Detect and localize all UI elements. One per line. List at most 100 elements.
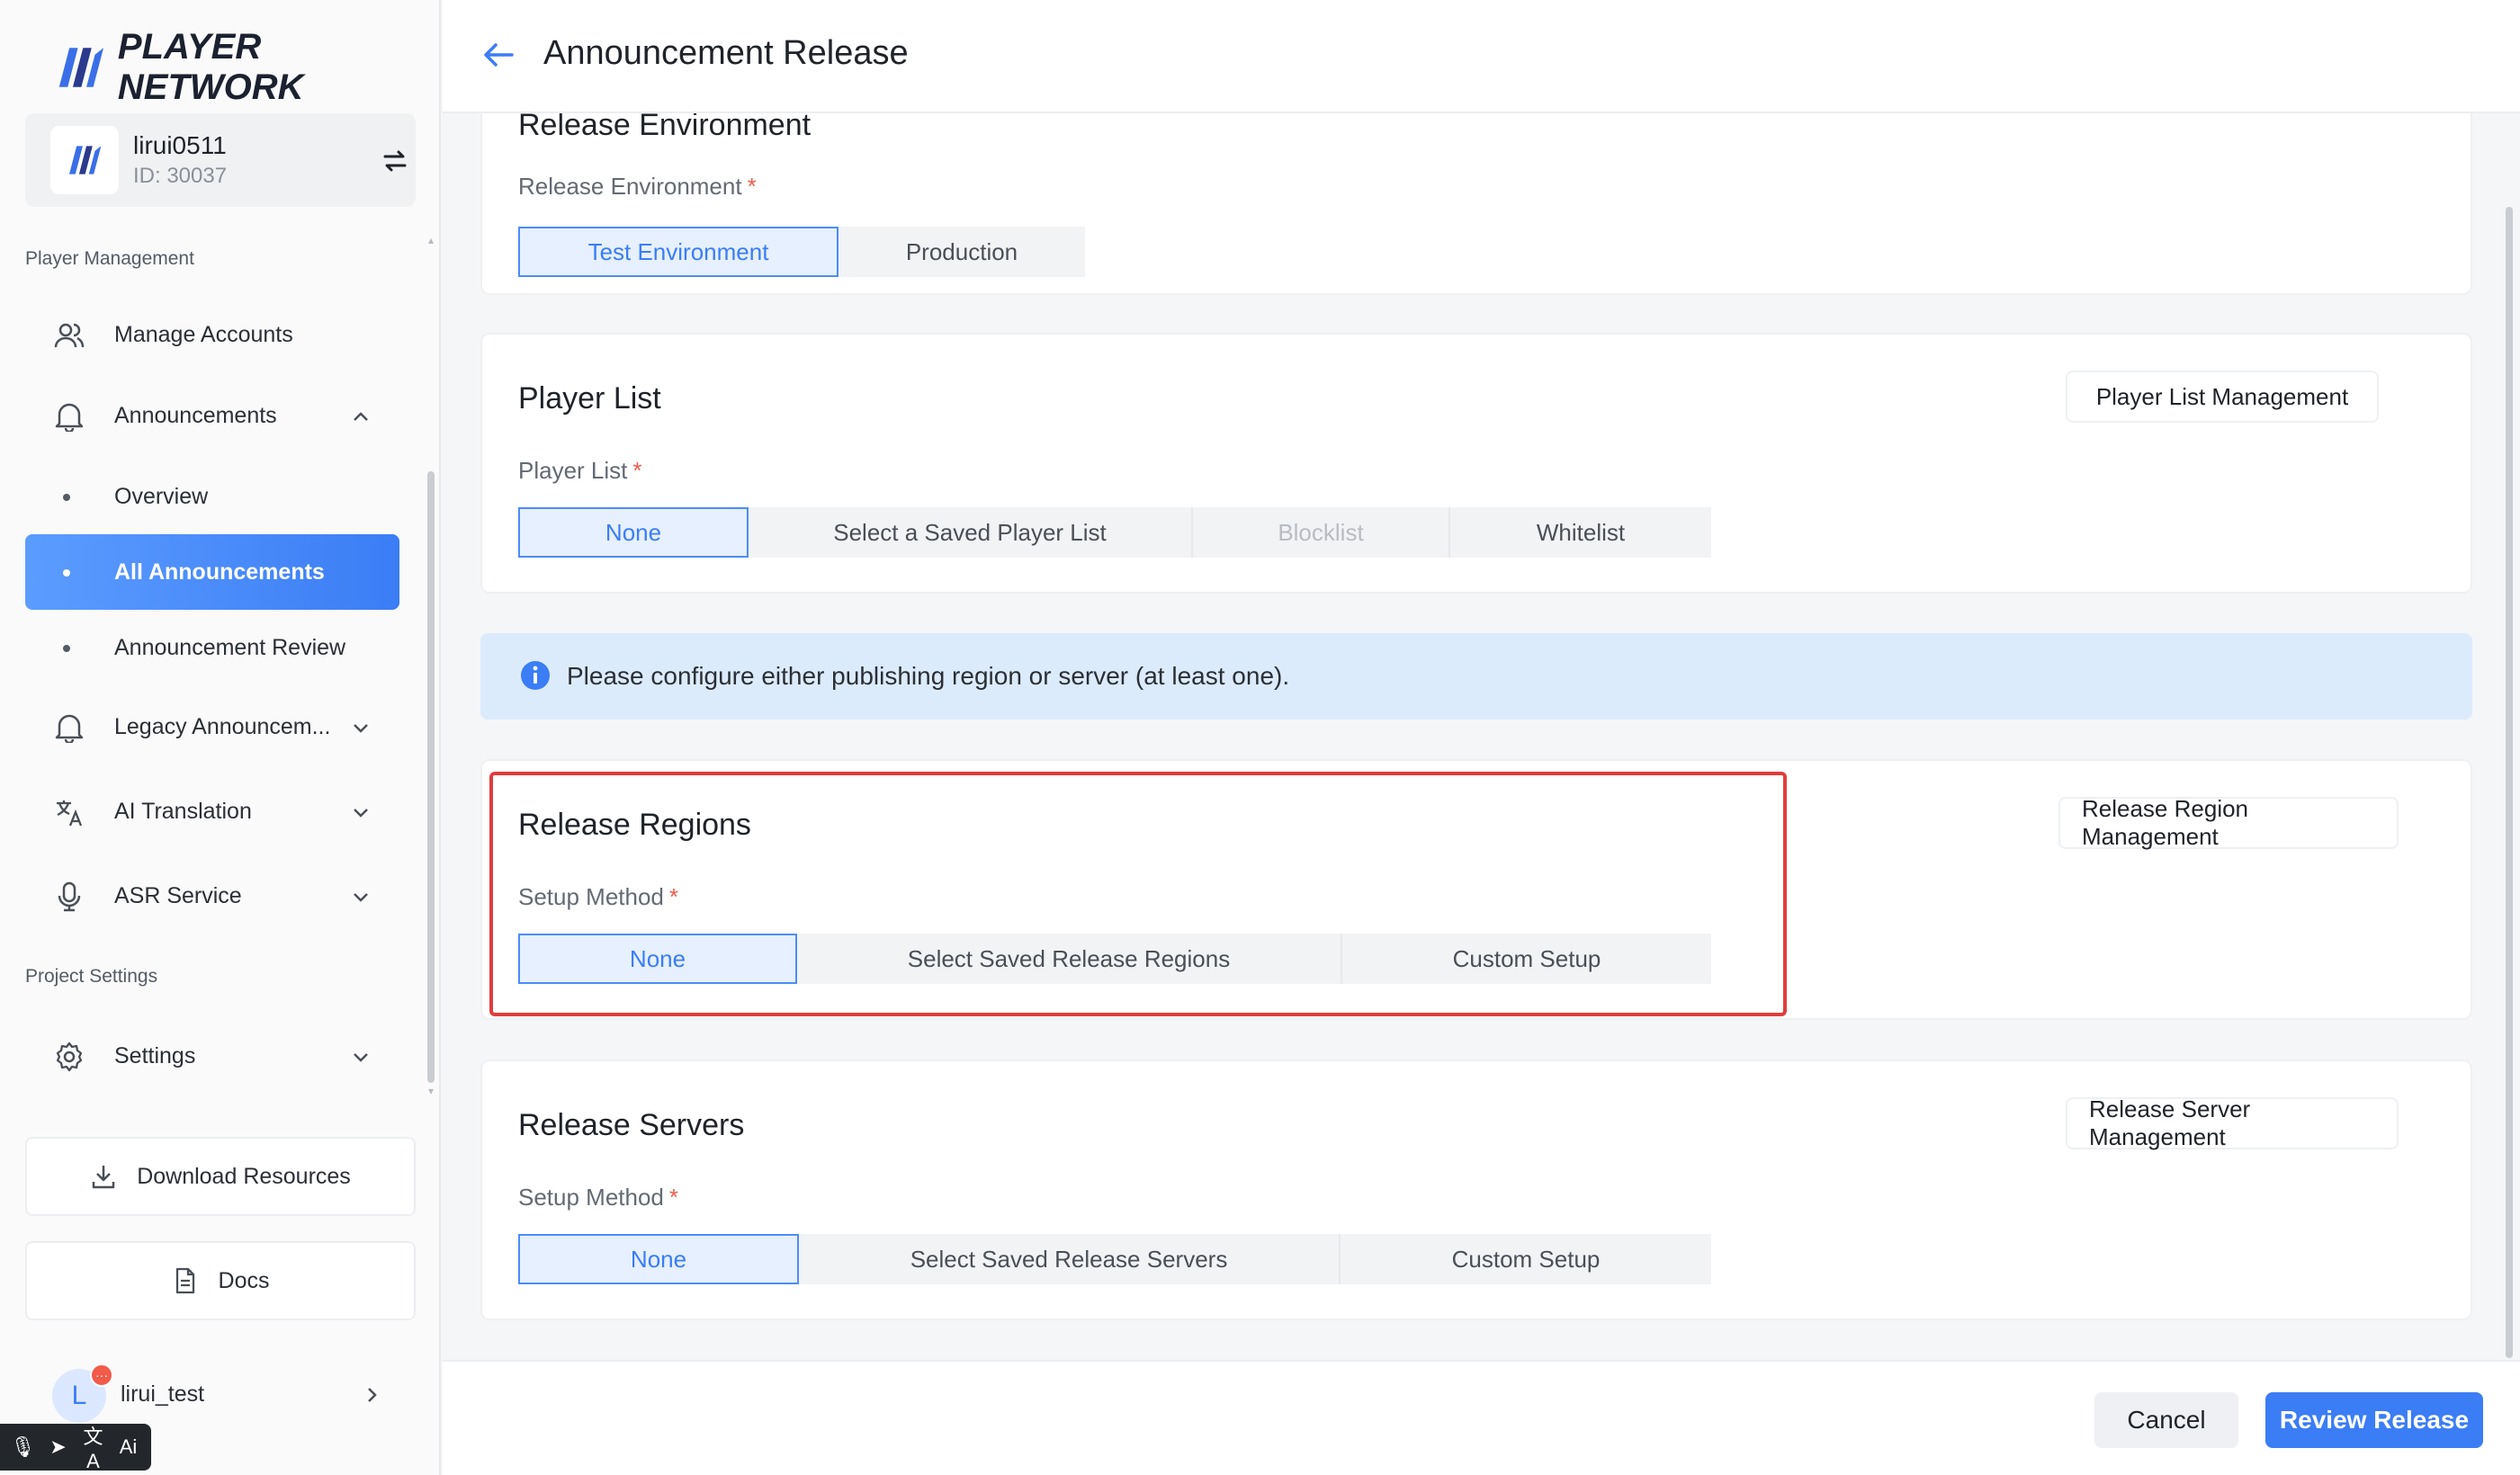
sidebar-item-label: Announcements [114,403,277,428]
switch-account-icon[interactable] [381,148,408,174]
env-option-test[interactable]: Test Environment [518,227,839,277]
release-servers-card: Release Servers Release Server Managemen… [480,1059,2472,1320]
brand-logo[interactable]: PLAYER NETWORK [56,27,439,108]
release-servers-title: Release Servers [518,1108,745,1142]
servers-setup-segmented: None Select Saved Release Servers Custom… [518,1234,1711,1284]
account-switcher[interactable]: lirui0511 ID: 30037 [25,113,416,207]
player-list-option-saved[interactable]: Select a Saved Player List [749,507,1193,558]
player-list-option-whitelist[interactable]: Whitelist [1450,507,1711,558]
sidebar-item-label: All Announcements [114,559,325,585]
bullet-icon [63,494,70,501]
gear-icon [56,1041,83,1072]
sidebar-item-label: AI Translation [114,799,252,824]
docs-button[interactable]: Docs [25,1241,416,1320]
cancel-button[interactable]: Cancel [2094,1392,2238,1448]
field-label-text: Player List [518,457,628,484]
regions-setup-segmented: None Select Saved Release Regions Custom… [518,934,1711,984]
regions-option-saved[interactable]: Select Saved Release Regions [797,934,1342,984]
bell-icon [55,403,84,432]
notification-badge: ··· [90,1363,113,1387]
arrow-left-icon[interactable] [482,41,515,68]
regions-option-custom[interactable]: Custom Setup [1342,934,1711,984]
user-name: lirui_test [121,1381,205,1407]
account-name: lirui0511 [133,131,227,159]
release-environment-title: Release Environment [518,113,812,142]
sidebar-item-all-announcements[interactable]: All Announcements [25,534,399,610]
bell-icon [55,714,84,743]
toolbar-send-icon[interactable]: ➤ [43,1435,74,1459]
scroll-up-icon[interactable]: ▴ [426,235,435,246]
release-regions-card: Release Regions Release Region Managemen… [480,759,2472,1020]
field-label-text: Setup Method [518,883,664,910]
required-mark: * [632,457,642,484]
sidebar-item-ai-translation[interactable]: AI Translation [25,773,399,849]
docs-label: Docs [218,1267,270,1293]
field-label-text: Setup Method [518,1184,664,1211]
sidebar-scrollbar[interactable] [427,471,435,1083]
sidebar-item-label: Settings [114,1043,196,1068]
sidebar-item-asr-service[interactable]: ASR Service [25,858,399,934]
player-list-option-blocklist: Blocklist [1193,507,1450,558]
player-list-management-button[interactable]: Player List Management [2066,371,2379,423]
sidebar-item-settings[interactable]: Settings [25,1018,399,1094]
sidebar-item-label: Overview [114,484,209,509]
brand-name: PLAYER NETWORK [117,27,304,107]
chevron-down-icon [354,893,368,902]
users-icon [54,323,85,348]
player-list-segmented: None Select a Saved Player List Blocklis… [518,507,1711,558]
toolbar-mic-icon[interactable]: 🎙 [8,1435,39,1459]
servers-option-saved[interactable]: Select Saved Release Servers [799,1234,1341,1284]
player-network-logo-icon [58,48,104,87]
page-title: Announcement Release [543,34,909,72]
release-region-management-button[interactable]: Release Region Management [2058,795,2399,850]
release-environment-card: Release Environment Release Environment *… [480,113,2472,295]
sidebar-item-overview[interactable]: Overview [25,459,399,534]
document-icon [175,1267,194,1294]
field-label-text: Release Environment [518,173,742,200]
form-scroll-area[interactable]: Release Environment Release Environment *… [443,113,2520,1362]
download-resources-button[interactable]: Download Resources [25,1137,416,1216]
sidebar-item-legacy-announcements[interactable]: Legacy Announcem... [25,689,399,764]
required-mark: * [747,173,757,200]
chevron-up-icon [354,412,368,421]
info-icon [521,661,550,690]
env-option-production[interactable]: Production [839,227,1085,277]
bullet-icon [63,569,70,577]
regions-option-none[interactable]: None [518,934,797,984]
account-logo-icon [69,146,102,174]
sidebar-item-label: Announcement Review [114,635,346,660]
sidebar-item-announcements[interactable]: Announcements [25,378,399,453]
main-content: Announcement Release Release Environment… [443,0,2520,1475]
section-title-player-management: Player Management [25,248,194,269]
scroll-down-icon[interactable]: ▾ [426,1086,435,1096]
sidebar-item-announcement-review[interactable]: Announcement Review [25,610,399,685]
review-release-button[interactable]: Review Release [2265,1392,2483,1448]
servers-option-custom[interactable]: Custom Setup [1341,1234,1711,1284]
release-server-management-button[interactable]: Release Server Management [2066,1095,2399,1150]
main-scrollbar[interactable] [2506,207,2513,1358]
floating-toolbar: 🎙 ➤ 文A Ai [0,1421,151,1473]
chevron-down-icon [354,809,368,818]
player-list-option-none[interactable]: None [518,507,749,558]
download-icon [92,1166,115,1189]
sidebar-item-label: Legacy Announcem... [114,714,331,739]
release-environment-segmented: Test Environment Production [518,227,1085,277]
page-header: Announcement Release [443,0,2520,113]
chevron-down-icon [354,1053,368,1062]
sidebar-item-manage-accounts[interactable]: Manage Accounts [25,297,399,372]
bullet-icon [63,645,70,652]
toolbar-ai-icon[interactable]: Ai [113,1435,144,1459]
sidebar-item-label: ASR Service [114,883,242,908]
player-list-title: Player List [518,381,661,416]
player-list-label: Player List * [518,457,642,485]
regions-setup-method-label: Setup Method * [518,883,678,911]
chevron-right-icon [368,1388,377,1402]
servers-option-none[interactable]: None [518,1234,799,1284]
servers-setup-method-label: Setup Method * [518,1184,678,1211]
account-avatar [50,126,119,194]
info-alert-text: Please configure either publishing regio… [567,662,1290,690]
translate-icon [57,800,83,827]
required-mark: * [668,1184,679,1211]
toolbar-translate-icon[interactable]: 文A [78,1421,109,1473]
form-footer: Cancel Review Release [443,1360,2520,1475]
